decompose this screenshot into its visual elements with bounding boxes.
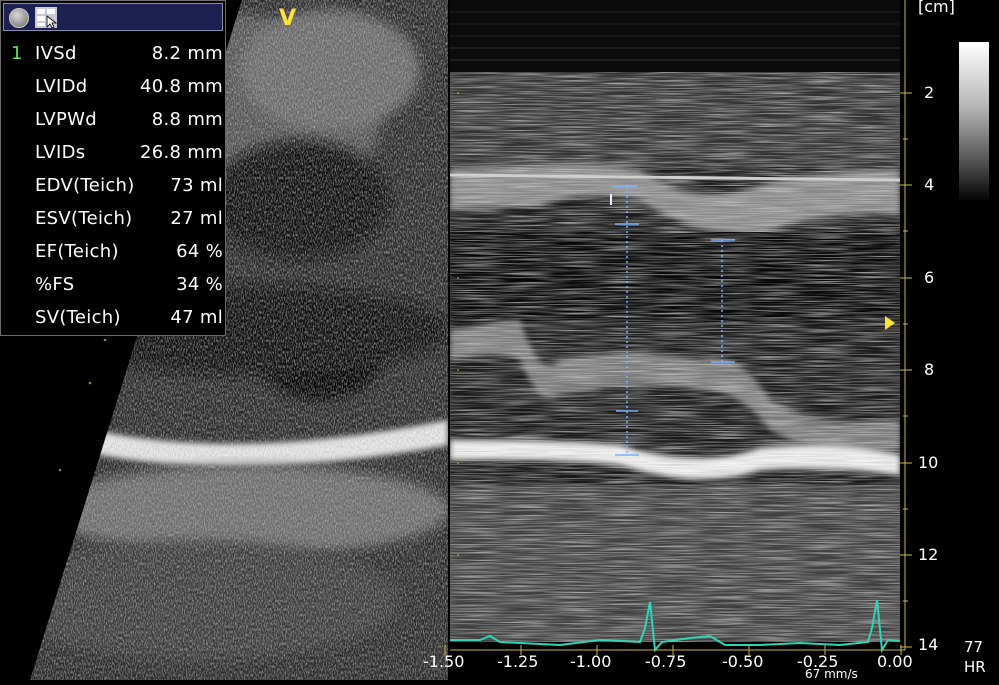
measurement-label: %FS <box>35 274 75 295</box>
measurement-value: 40.8 mm <box>140 76 223 97</box>
measurement-row: EF(Teich) 64 % <box>1 235 227 268</box>
measurement-row: LVPWd 8.8 mm <box>1 103 227 136</box>
measurement-label: SV(Teich) <box>35 307 121 328</box>
sweep-speed: 67 mm/s <box>805 667 858 681</box>
measurement-row: LVIDd 40.8 mm <box>1 70 227 103</box>
measurement-value: 34 % <box>176 274 223 295</box>
probe-orientation-marker: V <box>279 6 297 31</box>
measurement-value: 47 ml <box>170 307 223 328</box>
depth-unit: [cm] <box>918 0 955 16</box>
m-mode-image <box>450 0 901 654</box>
depth-ruler <box>900 0 912 650</box>
heart-rate-label: HR <box>964 658 986 676</box>
time-tick: 0.00 <box>877 652 913 671</box>
measurement-value: 26.8 mm <box>140 142 223 163</box>
measurement-row: ESV(Teich) 27 ml <box>1 202 227 235</box>
measurement-label: EDV(Teich) <box>35 175 135 196</box>
grayscale-bar <box>959 42 989 200</box>
measurement-value: 8.2 mm <box>151 43 223 64</box>
time-tick: -1.25 <box>497 652 539 671</box>
measurement-row: LVIDs 26.8 mm <box>1 136 227 169</box>
time-tick: -0.75 <box>645 652 687 671</box>
depth-tick: 8 <box>924 360 935 379</box>
report-grid-icon[interactable] <box>35 7 57 28</box>
depth-tick: 14 <box>918 635 939 654</box>
measurement-label: LVIDs <box>35 142 86 163</box>
row-number: 1 <box>11 43 23 64</box>
depth-tick: 6 <box>924 268 935 287</box>
depth-tick: 10 <box>918 453 939 472</box>
measurement-label: EF(Teich) <box>35 241 119 262</box>
measurement-row: %FS 34 % <box>1 268 227 301</box>
measurement-value: 27 ml <box>170 208 223 229</box>
measurement-row: 1 IVSd 8.2 mm <box>1 37 227 70</box>
depth-tick: 4 <box>924 175 935 194</box>
measurement-label: LVIDd <box>35 76 88 97</box>
ultrasound-screen: V [cm] 2 4 6 8 10 12 14 -1.50 -1.25 -1.0… <box>0 0 999 685</box>
time-tick: -0.50 <box>722 652 764 671</box>
heart-rate-value: 77 <box>964 638 984 656</box>
depth-tick: 2 <box>924 83 935 102</box>
panel-toolbar <box>3 3 223 31</box>
measurement-label: IVSd <box>35 43 77 64</box>
measurement-value: 73 ml <box>170 175 223 196</box>
measurement-label: LVPWd <box>35 109 97 130</box>
measurement-panel: 1 IVSd 8.2 mm LVIDd 40.8 mm LVPWd 8.8 mm… <box>0 0 226 336</box>
time-tick: -1.00 <box>570 652 612 671</box>
measurement-row: EDV(Teich) 73 ml <box>1 169 227 202</box>
record-circle-icon[interactable] <box>9 8 29 28</box>
measurement-row: SV(Teich) 47 ml <box>1 301 227 334</box>
measurement-value: 64 % <box>176 241 223 262</box>
time-tick: -1.50 <box>423 652 465 671</box>
measurement-label: ESV(Teich) <box>35 208 133 229</box>
depth-tick: 12 <box>918 545 939 564</box>
measurement-value: 8.8 mm <box>151 109 223 130</box>
